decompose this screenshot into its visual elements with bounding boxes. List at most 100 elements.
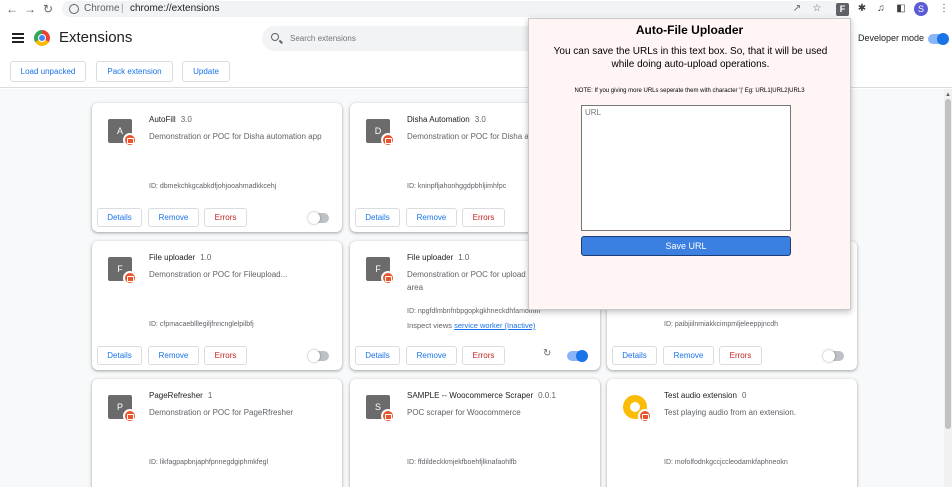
forward-arrow-icon[interactable]: → [22, 1, 38, 17]
url-text[interactable]: chrome://extensions [130, 1, 220, 17]
extension-name: File uploader 1.0 [149, 253, 211, 262]
details-button[interactable]: Details [97, 208, 142, 227]
developer-badge-icon [381, 271, 395, 285]
bookmark-star-icon[interactable]: ☆ [810, 1, 824, 17]
details-button[interactable]: Details [355, 208, 400, 227]
extensions-puzzle-icon[interactable]: ✱ [854, 1, 870, 17]
page-scrollbar[interactable]: ▲ [944, 89, 952, 487]
developer-badge-icon [123, 271, 137, 285]
extension-enable-toggle[interactable] [308, 350, 329, 362]
extension-id: ID: npgfdlmbnfnbpgopkgkhneckdhfamomm [407, 308, 541, 315]
search-icon [271, 33, 279, 41]
extension-id: ID: paibjiilnmiakkcimpmljeleeppjncdh [664, 321, 778, 328]
extension-enable-toggle[interactable] [567, 350, 588, 362]
service-worker-link[interactable]: service worker (Inactive) [454, 321, 535, 330]
page-title: Extensions [59, 29, 133, 46]
search-box[interactable] [262, 26, 562, 51]
pack-extension-button[interactable]: Pack extension [96, 61, 173, 82]
extension-id: ID: dbmekchkgcabkdfjohjooahmadkkcehj [149, 183, 277, 190]
more-menu-icon[interactable]: ⋮ [936, 1, 952, 17]
developer-badge-icon [123, 409, 137, 423]
toggle-knob [308, 212, 320, 224]
remove-button[interactable]: Remove [148, 208, 199, 227]
extension-version: 0 [741, 391, 747, 400]
save-url-button[interactable]: Save URL [581, 236, 791, 256]
share-icon[interactable]: ↗ [790, 1, 804, 17]
back-arrow-icon[interactable]: ← [4, 1, 20, 17]
search-input[interactable] [290, 26, 550, 51]
remove-button[interactable]: Remove [148, 346, 199, 365]
reload-icon[interactable]: ↻ [40, 1, 56, 17]
chrome-logo-icon [34, 30, 50, 46]
address-bar[interactable]: Chrome | chrome://extensions ↗ ☆ [62, 1, 842, 17]
extension-version: 0.0.1 [538, 391, 556, 400]
developer-badge-icon [381, 133, 395, 147]
extension-name: Disha Automation 3.0 [407, 115, 486, 124]
extension-version: 1.0 [200, 253, 212, 262]
auto-file-uploader-popup: Auto-File Uploader You can save the URLs… [528, 18, 851, 310]
file-uploader-toolbar-icon[interactable]: F [836, 3, 849, 16]
errors-button[interactable]: Errors [204, 208, 247, 227]
extension-name: AutoFill 3.0 [149, 115, 192, 124]
developer-badge-icon [381, 409, 395, 423]
developer-mode-toggle[interactable] [928, 33, 949, 45]
toggle-knob [576, 350, 588, 362]
side-panel-icon[interactable]: ◧ [893, 1, 909, 17]
errors-button[interactable]: Errors [204, 346, 247, 365]
extension-name-text: Disha Automation [407, 115, 470, 124]
extension-description: Demonstration or POC for PageRfresher [149, 408, 294, 417]
extension-id: ID: ffdildeckkmjekfboehfjlknafaohlfb [407, 459, 517, 466]
update-button[interactable]: Update [182, 61, 230, 82]
toggle-knob [308, 350, 320, 362]
extension-version: 1 [207, 391, 213, 400]
details-button[interactable]: Details [97, 346, 142, 365]
extension-version: 3.0 [180, 115, 192, 124]
hamburger-menu-icon[interactable] [12, 33, 24, 43]
extension-description: POC scraper for Woocommerce [407, 408, 521, 417]
extension-version: 1.0 [458, 253, 470, 262]
profile-avatar[interactable]: S [914, 2, 928, 16]
details-button[interactable]: Details [355, 346, 400, 365]
developer-mode-label: Developer mode [858, 33, 925, 43]
extension-name: PageRefresher 1 [149, 391, 212, 400]
toggle-knob [937, 33, 949, 45]
url-textarea[interactable] [581, 105, 791, 231]
extension-description: Test playing audio from an extension. [664, 408, 797, 417]
extension-name: File uploader 1.0 [407, 253, 469, 262]
remove-button[interactable]: Remove [663, 346, 714, 365]
scroll-thumb[interactable] [945, 99, 951, 429]
extension-name: SAMPLE -- Woocommerce Scraper 0.0.1 [407, 391, 556, 400]
popup-title: Auto-File Uploader [635, 23, 744, 37]
extension-name-text: SAMPLE -- Woocommerce Scraper [407, 391, 534, 400]
errors-button[interactable]: Errors [462, 346, 505, 365]
extension-name-text: AutoFill [149, 115, 176, 124]
media-control-icon[interactable]: ♫ [873, 1, 889, 17]
remove-button[interactable]: Remove [406, 208, 457, 227]
extension-id: ID: likfagpapbnjaphfpnnegdgiphmkfegl [149, 459, 269, 466]
chrome-page-icon [69, 4, 79, 14]
extension-card: P PageRefresher 1 Demonstration or POC fo… [92, 379, 342, 487]
extension-name-text: File uploader [407, 253, 454, 262]
extension-name: Test audio extension 0 [664, 391, 746, 400]
details-button[interactable]: Details [612, 346, 657, 365]
errors-button[interactable]: Errors [462, 208, 505, 227]
browser-toolbar: ← → ↻ Chrome | chrome://extensions ↗ ☆ F… [0, 0, 952, 18]
toggle-knob [823, 350, 835, 362]
extension-description: Demonstration or POC for Disha automatio… [149, 132, 322, 141]
extension-enable-toggle[interactable] [308, 212, 329, 224]
developer-badge-icon [123, 133, 137, 147]
extension-id: ID: kninpfljahonhggdpbhljimhfpc [407, 183, 507, 190]
errors-button[interactable]: Errors [719, 346, 762, 365]
remove-button[interactable]: Remove [406, 346, 457, 365]
extension-card: A AutoFill 3.0 Demonstration or POC for D… [92, 103, 342, 232]
inspect-views: Inspect views service worker (Inactive) [407, 321, 535, 330]
scroll-up-icon[interactable]: ▲ [945, 92, 951, 98]
reload-extension-icon[interactable]: ↻ [543, 348, 551, 359]
load-unpacked-button[interactable]: Load unpacked [10, 61, 86, 82]
url-separator: | [121, 3, 124, 14]
extension-version: 3.0 [474, 115, 486, 124]
extension-description: Demonstration or POC for Fileupload... [149, 270, 288, 279]
extension-enable-toggle[interactable] [823, 350, 844, 362]
extension-card: S SAMPLE -- Woocommerce Scraper 0.0.1 POC… [350, 379, 600, 487]
extension-card: F File uploader 1.0 Demonstration or POC … [92, 241, 342, 370]
